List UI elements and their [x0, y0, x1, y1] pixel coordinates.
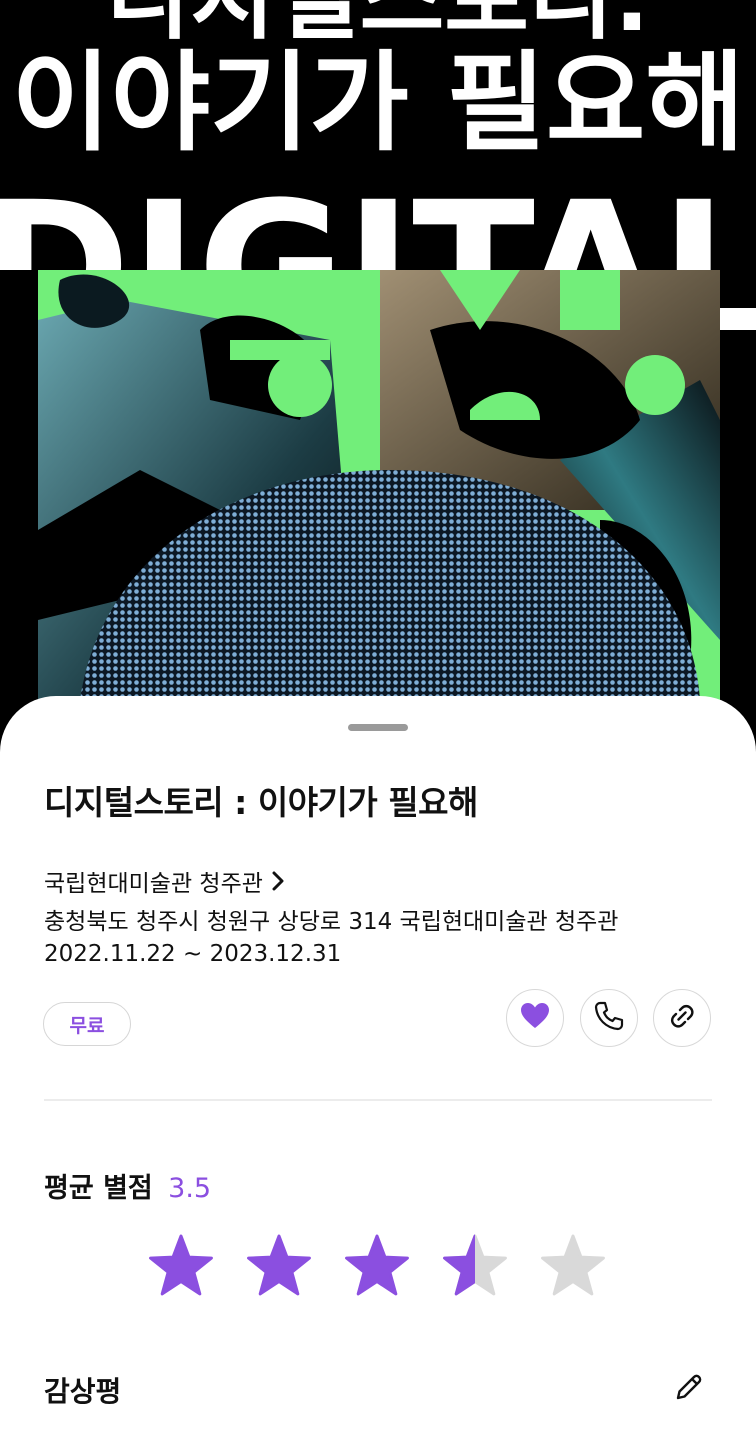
exhibition-poster: 디지털스토리: 이야기가 필요해 DIGITAL — [0, 0, 756, 760]
average-rating: 평균 별점 3.5 — [44, 1166, 211, 1205]
section-divider — [44, 1099, 712, 1101]
svg-text:이야기가 필요해: 이야기가 필요해 — [11, 41, 744, 166]
reviews-heading: 감상평 — [44, 1375, 122, 1408]
exhibition-title: 디지털스토리 : 이야기가 필요해 — [44, 783, 478, 822]
like-button[interactable] — [506, 989, 564, 1047]
exhibition-detail-sheet: 디지털스토리 : 이야기가 필요해 국립현대미술관 청주관 충청북도 청주시 청… — [0, 696, 756, 1449]
rating-star — [443, 1234, 507, 1296]
poster-artwork: 디지털스토리: 이야기가 필요해 DIGITAL — [0, 0, 756, 700]
rating-star — [247, 1234, 311, 1296]
rating-star — [149, 1234, 213, 1296]
call-button[interactable] — [580, 989, 638, 1047]
rating-star — [541, 1234, 605, 1296]
average-rating-value: 3.5 — [168, 1173, 212, 1204]
share-link-button[interactable] — [653, 989, 711, 1047]
rating-star — [345, 1234, 409, 1296]
price-badge: 무료 — [43, 1002, 131, 1046]
venue-address: 충청북도 청주시 청원구 상당로 314 국립현대미술관 청주관 — [44, 909, 619, 935]
link-icon — [666, 1000, 698, 1036]
heart-icon — [520, 1002, 550, 1034]
poster-headline-korean: 디지털스토리: 이야기가 필요해 — [11, 0, 744, 166]
venue-name: 국립현대미술관 청주관 — [44, 871, 263, 897]
chevron-right-icon — [271, 871, 285, 891]
star-rating — [149, 1234, 605, 1296]
venue-link[interactable]: 국립현대미술관 청주관 — [44, 864, 285, 898]
sheet-drag-handle[interactable] — [348, 724, 408, 731]
exhibition-period: 2022.11.22 ~ 2023.12.31 — [44, 941, 342, 967]
pencil-icon — [674, 1372, 704, 1406]
average-rating-label: 평균 별점 — [44, 1173, 153, 1204]
phone-icon — [593, 1000, 625, 1036]
write-review-button[interactable] — [670, 1370, 708, 1408]
